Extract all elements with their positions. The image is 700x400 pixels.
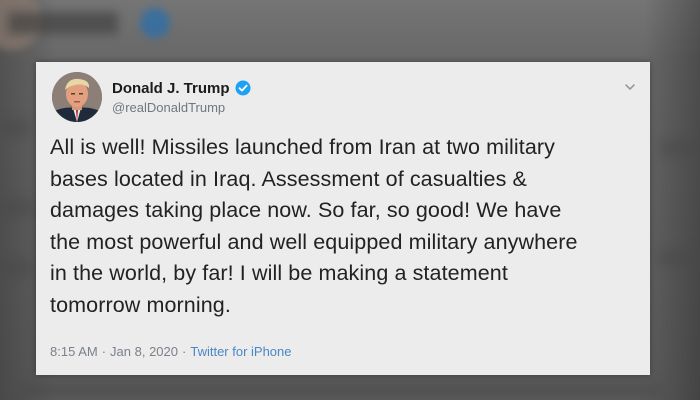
verified-badge-icon bbox=[235, 80, 251, 96]
blurred-text-line bbox=[660, 140, 700, 156]
display-name[interactable]: Donald J. Trump bbox=[112, 80, 230, 97]
name-row: Donald J. Trump bbox=[112, 78, 251, 98]
blurred-text-line bbox=[0, 200, 34, 216]
chevron-down-icon[interactable] bbox=[624, 80, 636, 92]
blurred-text-line bbox=[0, 260, 32, 276]
blurred-text-line bbox=[20, 382, 660, 398]
tweet-metadata: 8:15 AM · Jan 8, 2020 · Twitter for iPhone bbox=[50, 344, 292, 359]
user-handle[interactable]: @realDonaldTrump bbox=[112, 100, 251, 115]
blurred-text-line bbox=[658, 250, 700, 266]
blurred-name bbox=[8, 12, 118, 34]
meta-separator: · bbox=[182, 344, 187, 359]
tweet-date[interactable]: Jan 8, 2020 bbox=[110, 344, 178, 359]
tweet-author: Donald J. Trump @realDonaldTrump bbox=[112, 78, 251, 115]
avatar-portrait bbox=[52, 72, 102, 122]
tweet-card: Donald J. Trump @realDonaldTrump All is … bbox=[36, 62, 650, 375]
blurred-text-line bbox=[0, 120, 30, 136]
tweet-time[interactable]: 8:15 AM bbox=[50, 344, 98, 359]
blurred-verified-icon bbox=[140, 8, 170, 38]
tweet-source-link[interactable]: Twitter for iPhone bbox=[190, 344, 291, 359]
avatar[interactable] bbox=[52, 72, 102, 122]
meta-separator: · bbox=[101, 344, 107, 359]
tweet-text: All is well! Missiles launched from Iran… bbox=[50, 135, 578, 317]
